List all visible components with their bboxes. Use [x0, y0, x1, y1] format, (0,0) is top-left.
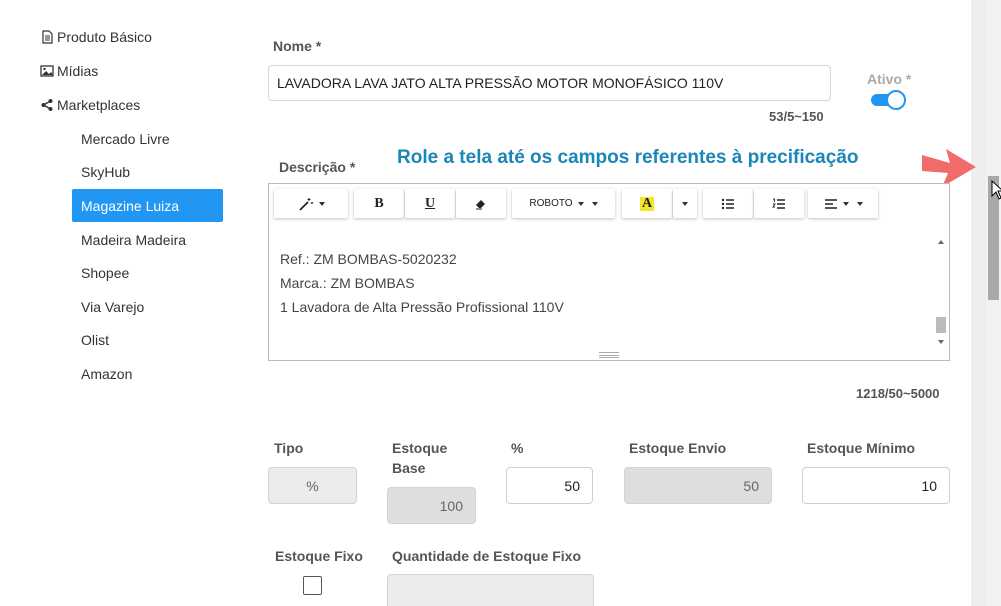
sidebar-item-label: Mídias — [57, 63, 99, 79]
editor-scrollbar-graphic — [936, 240, 946, 344]
sidebar-item-magazine-luiza[interactable]: Magazine Luiza — [72, 189, 223, 222]
sidebar-item-label: Olist — [81, 331, 109, 348]
sidebar-item-label: SkyHub — [81, 163, 131, 180]
tipo-label: Tipo — [274, 440, 304, 456]
editor-scrollbar[interactable] — [933, 234, 949, 352]
sidebar-item-amazon[interactable]: Amazon — [72, 357, 223, 390]
estoque-base-label: Estoque Base — [392, 440, 448, 476]
estoque-envio-field[interactable]: 50 — [624, 467, 772, 504]
eraser-icon — [476, 199, 485, 209]
sidebar-item-shopee[interactable]: Shopee — [72, 256, 223, 289]
nome-input[interactable] — [268, 65, 831, 101]
align-left-icon — [824, 198, 837, 209]
descricao-editor[interactable]: B U ROBOTO A Ref.: ZM BOMBAS-5020232 Mar… — [268, 183, 950, 361]
tipo-field[interactable]: % — [268, 467, 357, 504]
estoque-minimo-label: Estoque Mínimo — [807, 440, 916, 456]
estoque-fixo-checkbox[interactable] — [303, 576, 322, 595]
qtd-estoque-fixo-label: Quantidade de Estoque Fixo — [392, 548, 582, 564]
sidebar-item-via-varejo[interactable]: Via Varejo — [72, 290, 223, 323]
mouse-cursor-icon — [991, 180, 1001, 200]
sidebar-item-label: Amazon — [81, 365, 133, 382]
editor-line: 1 Lavadora de Alta Pressão Profissional … — [280, 299, 564, 315]
editor-resize-handle[interactable] — [599, 352, 619, 358]
estoque-minimo-field[interactable]: 10 — [802, 467, 950, 504]
percent-field[interactable]: 50 — [506, 467, 593, 504]
sidebar-item-label: Magazine Luiza — [81, 197, 180, 214]
sidebar-item-label: Madeira Madeira — [81, 231, 187, 248]
sidebar-item-skyhub[interactable]: SkyHub — [72, 155, 223, 188]
nome-counter: 53/5~150 — [769, 109, 824, 124]
sidebar-item-madeira-madeira[interactable]: Madeira Madeira — [72, 223, 223, 256]
sidebar-item-label: Produto Básico — [57, 29, 152, 45]
sidebar-item-label: Via Varejo — [81, 298, 145, 315]
chevron-down-icon — [591, 201, 598, 206]
ativo-label: Ativo * — [867, 71, 912, 87]
toggle-knob — [886, 90, 906, 110]
sidebar-item-label: Shopee — [81, 264, 130, 281]
magic-wand-icon — [298, 197, 313, 211]
estoque-fixo-label: Estoque Fixo — [275, 548, 363, 564]
clear-format-button[interactable] — [456, 189, 506, 218]
editor-line: Marca.: ZM BOMBAS — [280, 275, 415, 291]
chevron-down-icon — [856, 201, 863, 206]
document-icon — [42, 30, 53, 44]
sidebar-item-label: Mercado Livre — [81, 130, 170, 147]
magic-button[interactable] — [274, 189, 348, 218]
share-icon — [41, 99, 53, 111]
bold-label: B — [374, 195, 384, 211]
bullet-list-icon — [721, 198, 734, 209]
numbered-list-icon — [772, 198, 785, 209]
font-family-label: ROBOTO — [529, 198, 573, 209]
tipo-value: % — [306, 477, 319, 494]
page-scrollbar[interactable] — [986, 0, 1001, 606]
percent-label: % — [511, 440, 524, 456]
estoque-envio-value: 50 — [743, 477, 759, 494]
sidebar-item-olist[interactable]: Olist — [72, 323, 223, 356]
bold-button[interactable]: B — [354, 189, 404, 218]
estoque-envio-label: Estoque Envio — [629, 440, 727, 456]
unordered-list-button[interactable] — [703, 189, 753, 218]
sidebar-item-produto-basico[interactable]: Produto Básico — [40, 27, 152, 47]
estoque-minimo-value: 10 — [921, 477, 937, 494]
descricao-label: Descrição * — [279, 159, 356, 175]
ordered-list-button[interactable] — [754, 189, 804, 218]
percent-value: 50 — [564, 477, 580, 494]
estoque-base-value: 100 — [439, 497, 463, 514]
underline-label: U — [424, 195, 436, 211]
ativo-toggle[interactable] — [871, 90, 906, 110]
sidebar-item-marketplaces[interactable]: Marketplaces — [40, 95, 140, 115]
image-icon — [40, 65, 54, 77]
qtd-estoque-fixo-field[interactable] — [387, 574, 594, 606]
chevron-down-icon — [682, 201, 688, 206]
chevron-down-icon — [842, 201, 849, 206]
editor-line: Ref.: ZM BOMBAS-5020232 — [280, 251, 457, 267]
underline-button[interactable]: U — [405, 189, 455, 218]
text-color-label: A — [639, 195, 655, 211]
text-color-button[interactable]: A — [622, 189, 672, 218]
chevron-down-icon — [577, 201, 584, 206]
sidebar-item-midias[interactable]: Mídias — [40, 61, 98, 81]
sidebar-item-label: Marketplaces — [57, 97, 141, 113]
descricao-counter: 1218/50~5000 — [856, 386, 940, 401]
font-family-dropdown[interactable]: ROBOTO — [512, 189, 615, 218]
text-color-dropdown[interactable] — [673, 189, 697, 218]
instruction-hint: Role a tela até os campos referentes à p… — [397, 147, 859, 168]
sidebar-item-mercado-livre[interactable]: Mercado Livre — [72, 122, 223, 155]
align-dropdown[interactable] — [808, 189, 878, 218]
editor-toolbar: B U ROBOTO A — [269, 184, 949, 226]
nome-label: Nome * — [273, 38, 322, 54]
editor-content[interactable]: Ref.: ZM BOMBAS-5020232 Marca.: ZM BOMBA… — [280, 247, 564, 319]
estoque-base-field[interactable]: 100 — [387, 487, 476, 524]
chevron-down-icon — [318, 201, 325, 206]
main-panel: Produto Básico Mídias Marketplaces Merca… — [0, 0, 976, 606]
